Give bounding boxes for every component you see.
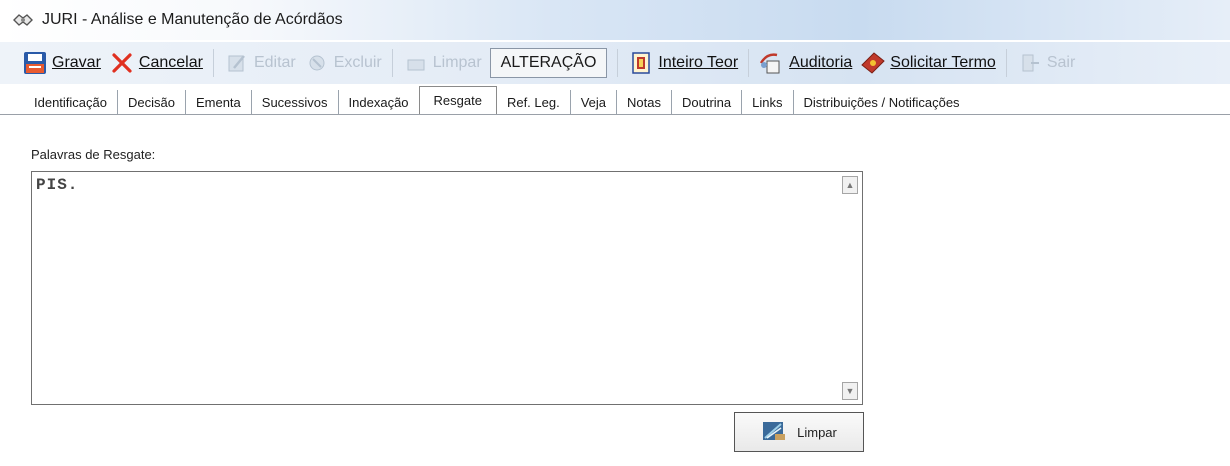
mode-indicator: ALTERAÇÃO — [489, 48, 608, 78]
toolbar-separator — [391, 49, 393, 77]
save-icon — [22, 50, 48, 76]
limpar-toolbar-button[interactable]: Limpar — [399, 46, 486, 80]
inteiro-teor-label: Inteiro Teor — [658, 54, 739, 71]
exit-icon — [1017, 50, 1043, 76]
clear-icon — [403, 50, 429, 76]
tab-links[interactable]: Links — [742, 90, 794, 114]
tab-strip: Identificação Decisão Ementa Sucessivos … — [26, 86, 970, 114]
palavras-resgate-textarea[interactable]: PIS. ▲ ▼ — [31, 171, 863, 405]
audit-icon — [759, 50, 785, 76]
delete-icon — [304, 50, 330, 76]
tab-ementa[interactable]: Ementa — [186, 90, 252, 114]
scroll-down-button[interactable]: ▼ — [842, 382, 858, 400]
handshake-icon — [12, 10, 34, 30]
chevron-up-icon: ▲ — [845, 180, 855, 190]
title-bar: JURI - Análise e Manutenção de Acórdãos — [0, 0, 1230, 40]
tab-resgate[interactable]: Resgate — [418, 86, 497, 114]
book-icon — [860, 50, 886, 76]
tab-ref-leg[interactable]: Ref. Leg. — [497, 90, 571, 114]
editar-button[interactable]: Editar — [220, 46, 300, 80]
cancelar-label: Cancelar — [138, 54, 203, 71]
inteiro-teor-button[interactable]: Inteiro Teor — [624, 46, 742, 80]
excluir-label: Excluir — [333, 54, 382, 71]
scroll-up-button[interactable]: ▲ — [842, 176, 858, 194]
editar-label: Editar — [253, 54, 296, 71]
toolbar-separator — [212, 49, 214, 77]
sair-label: Sair — [1046, 54, 1076, 71]
edit-icon — [224, 50, 250, 76]
tab-identificacao[interactable]: Identificação — [26, 90, 118, 114]
gravar-button[interactable]: Gravar — [18, 46, 105, 80]
tab-indexacao[interactable]: Indexação — [339, 90, 420, 114]
toolbar-separator — [617, 49, 619, 77]
limpar-button-label: Limpar — [797, 424, 837, 440]
document-icon — [628, 50, 654, 76]
cancel-icon — [109, 50, 135, 76]
cancelar-button[interactable]: Cancelar — [105, 46, 207, 80]
limpar-toolbar-label: Limpar — [432, 54, 482, 71]
excluir-button[interactable]: Excluir — [300, 46, 386, 80]
limpar-button[interactable]: Limpar — [734, 412, 864, 452]
tab-decisao[interactable]: Decisão — [118, 90, 186, 114]
sair-button[interactable]: Sair — [1013, 46, 1079, 80]
tab-veja[interactable]: Veja — [571, 90, 618, 114]
auditoria-button[interactable]: Auditoria — [755, 46, 856, 80]
toolbar-separator — [1005, 49, 1007, 77]
tab-distribuicoes-notificacoes[interactable]: Distribuições / Notificações — [794, 90, 970, 114]
solicitar-termo-button[interactable]: Solicitar Termo — [856, 46, 1000, 80]
chevron-down-icon: ▼ — [845, 386, 855, 396]
gravar-label: Gravar — [52, 54, 101, 71]
window-title: JURI - Análise e Manutenção de Acórdãos — [42, 11, 343, 28]
eraser-icon — [761, 418, 787, 447]
tab-doutrina[interactable]: Doutrina — [672, 90, 743, 114]
palavras-resgate-label: Palavras de Resgate: — [31, 147, 156, 162]
palavras-resgate-text[interactable]: PIS. — [36, 176, 840, 400]
solicitar-termo-label: Solicitar Termo — [890, 54, 996, 71]
tabs-divider — [0, 114, 1230, 115]
tab-notas[interactable]: Notas — [617, 90, 672, 114]
tab-sucessivos[interactable]: Sucessivos — [252, 90, 339, 114]
toolbar-separator — [748, 49, 750, 77]
toolbar: Gravar Cancelar Editar Excluir Limpar AL… — [0, 42, 1230, 84]
auditoria-label: Auditoria — [789, 54, 853, 71]
